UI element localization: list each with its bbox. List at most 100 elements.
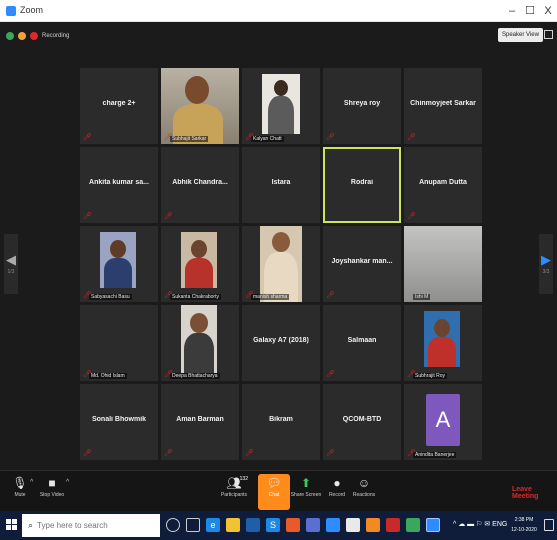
participant-name: Kalyan Chatt bbox=[251, 136, 284, 142]
participant-tile-active-speaker[interactable]: Rodrai bbox=[323, 147, 401, 223]
system-tray[interactable]: ^ ☁ ▬ ⚐ ✉ ENG bbox=[453, 520, 507, 528]
minimize-button[interactable]: – bbox=[502, 2, 522, 20]
next-page-button[interactable]: ▶ 3/3 bbox=[539, 234, 553, 294]
app-icon-green[interactable] bbox=[406, 518, 420, 532]
participant-name: Sukanta Chakraborty bbox=[170, 294, 221, 300]
close-button[interactable]: X bbox=[538, 2, 557, 20]
file-explorer-icon[interactable] bbox=[226, 518, 240, 532]
speaker-view-button[interactable]: Speaker View bbox=[498, 28, 543, 42]
participant-tile[interactable]: Ishi M bbox=[404, 226, 482, 302]
participant-name: Ankita kumar sa... bbox=[89, 179, 149, 186]
participant-name: Joyshankar man... bbox=[331, 258, 393, 265]
cortana-icon[interactable] bbox=[166, 518, 180, 532]
person-body bbox=[184, 333, 214, 373]
person-head bbox=[274, 80, 288, 96]
meeting-status: Recording bbox=[6, 29, 69, 43]
participant-tile[interactable]: QCOM-BTD 🎤︎ bbox=[323, 384, 401, 460]
windows-taskbar: ⌕ e S ^ ☁ ▬ ⚐ ✉ ENG 2:38 PM 12-10-2020 bbox=[0, 511, 557, 540]
person-head bbox=[272, 232, 290, 252]
participant-tile[interactable]: Salmaan 🎤︎ bbox=[323, 305, 401, 381]
participant-tile[interactable]: Joyshankar man... 🎤︎ bbox=[323, 226, 401, 302]
participant-tile[interactable]: A 🎤︎ Anindita Banerjee bbox=[404, 384, 482, 460]
participant-name: Subhrajit Roy bbox=[413, 373, 448, 379]
mic-muted-icon: 🎤︎ bbox=[407, 213, 416, 220]
smile-icon: ☺ bbox=[357, 476, 371, 490]
mic-muted-icon: 🎤︎ bbox=[164, 213, 173, 220]
person-body bbox=[104, 258, 132, 288]
participant-tile[interactable]: Chinmoyjeet Sarkar 🎤︎ bbox=[404, 68, 482, 144]
participant-tile[interactable]: Anupam Dutta 🎤︎ bbox=[404, 147, 482, 223]
recording-label: Recording bbox=[42, 33, 70, 39]
zoom-taskbar-icon[interactable] bbox=[326, 518, 340, 532]
person-head bbox=[191, 240, 207, 258]
gallery-grid: charge 2+ 🎤︎ 🎤︎ Subhajit Sarkar 🎤︎ Kalya… bbox=[80, 68, 482, 462]
participant-tile[interactable]: 🎤︎ manish sharma bbox=[242, 226, 320, 302]
participant-tile[interactable]: 🎤︎ Kalyan Chatt bbox=[242, 68, 320, 144]
participant-tile[interactable]: 🎤︎ Sabyasachi Basu bbox=[80, 226, 158, 302]
participant-tile[interactable]: 🎤︎ Sukanta Chakraborty bbox=[161, 226, 239, 302]
participant-tile[interactable]: 🎤︎ Subhajit Sarkar bbox=[161, 68, 239, 144]
zoom-active-icon[interactable] bbox=[426, 518, 440, 532]
participant-name: Ishi M bbox=[413, 294, 431, 300]
video-options-caret-icon[interactable]: ^ bbox=[66, 479, 69, 486]
share-screen-button[interactable]: ⬆ Share Screen bbox=[288, 474, 324, 510]
person-body bbox=[268, 96, 294, 134]
media-player-icon[interactable] bbox=[386, 518, 400, 532]
leave-meeting-button[interactable]: Leave Meeting bbox=[512, 486, 557, 500]
lock-icon bbox=[18, 32, 26, 40]
share-screen-label: Share Screen bbox=[290, 492, 322, 498]
taskbar-search[interactable]: ⌕ bbox=[22, 514, 160, 537]
chevron-left-icon: ◀ bbox=[6, 252, 16, 267]
person-head bbox=[434, 319, 450, 337]
store-icon[interactable] bbox=[246, 518, 260, 532]
mic-muted-icon: 🎤︎ bbox=[245, 450, 254, 457]
chat-button[interactable]: 💬︎ Chat bbox=[258, 474, 290, 510]
taskbar-clock[interactable]: 2:38 PM 12-10-2020 bbox=[508, 515, 540, 535]
participant-tile[interactable]: 🎤︎ Md. Ohid Islam bbox=[80, 305, 158, 381]
prev-page-button[interactable]: ◀ 1/3 bbox=[4, 234, 18, 294]
meeting-area: Recording Speaker View ◀ 1/3 ▶ 3/3 charg… bbox=[0, 22, 557, 470]
participant-tile[interactable]: Ankita kumar sa... 🎤︎ bbox=[80, 147, 158, 223]
person-head bbox=[110, 240, 126, 258]
next-page-indicator: 3/3 bbox=[542, 269, 550, 275]
reactions-button[interactable]: ☺ Reactions bbox=[346, 474, 382, 510]
stop-video-label: Stop Video bbox=[39, 492, 65, 498]
mic-muted-icon: 🎤︎ bbox=[326, 134, 335, 141]
participant-name: QCOM-BTD bbox=[342, 416, 382, 423]
fullscreen-icon[interactable] bbox=[544, 30, 553, 39]
firefox-icon[interactable] bbox=[366, 518, 380, 532]
participant-tile[interactable]: 🎤︎ Subhrajit Roy bbox=[404, 305, 482, 381]
chrome-icon[interactable] bbox=[346, 518, 360, 532]
reactions-label: Reactions bbox=[352, 492, 376, 498]
edge-browser-icon[interactable]: e bbox=[206, 518, 220, 532]
powerpoint-icon[interactable] bbox=[286, 518, 300, 532]
participant-tile[interactable]: Abhik Chandra... 🎤︎ bbox=[161, 147, 239, 223]
app-icon[interactable] bbox=[306, 518, 320, 532]
recording-icon bbox=[30, 32, 38, 40]
windows-start-icon[interactable] bbox=[6, 519, 18, 531]
participant-tile[interactable]: Sonali Bhowmik 🎤︎ bbox=[80, 384, 158, 460]
participant-tile[interactable]: Aman Barman 🎤︎ bbox=[161, 384, 239, 460]
participant-tile[interactable]: Istara bbox=[242, 147, 320, 223]
participant-tile[interactable]: Shreya roy 🎤︎ bbox=[323, 68, 401, 144]
participant-tile[interactable]: Bikram 🎤︎ bbox=[242, 384, 320, 460]
participant-name: Anupam Dutta bbox=[419, 179, 467, 186]
participants-icon: 👥︎ bbox=[226, 476, 242, 490]
participant-tile[interactable]: Galaxy A7 (2018) bbox=[242, 305, 320, 381]
maximize-button[interactable]: ☐ bbox=[520, 2, 540, 20]
avatar: A bbox=[426, 394, 460, 446]
participant-tile[interactable]: charge 2+ 🎤︎ bbox=[80, 68, 158, 144]
skype-icon[interactable]: S bbox=[266, 518, 280, 532]
search-input[interactable] bbox=[37, 521, 148, 530]
video-feed bbox=[260, 226, 302, 302]
meeting-toolbar: 🎙︎ Mute ^ ■ Stop Video ^ 👥︎ 132 Particip… bbox=[0, 470, 557, 511]
mic-muted-icon: 🎤︎ bbox=[83, 450, 92, 457]
participants-button[interactable]: 👥︎ 132 Participants bbox=[212, 474, 256, 510]
video-feed bbox=[181, 232, 217, 288]
notification-icon[interactable] bbox=[544, 519, 554, 531]
shield-icon[interactable] bbox=[6, 32, 14, 40]
task-view-icon[interactable] bbox=[186, 518, 200, 532]
share-screen-icon: ⬆ bbox=[300, 476, 312, 490]
participant-tile[interactable]: 🎤︎ Deepa Bhattacharya bbox=[161, 305, 239, 381]
chat-icon: 💬︎ bbox=[266, 476, 282, 490]
